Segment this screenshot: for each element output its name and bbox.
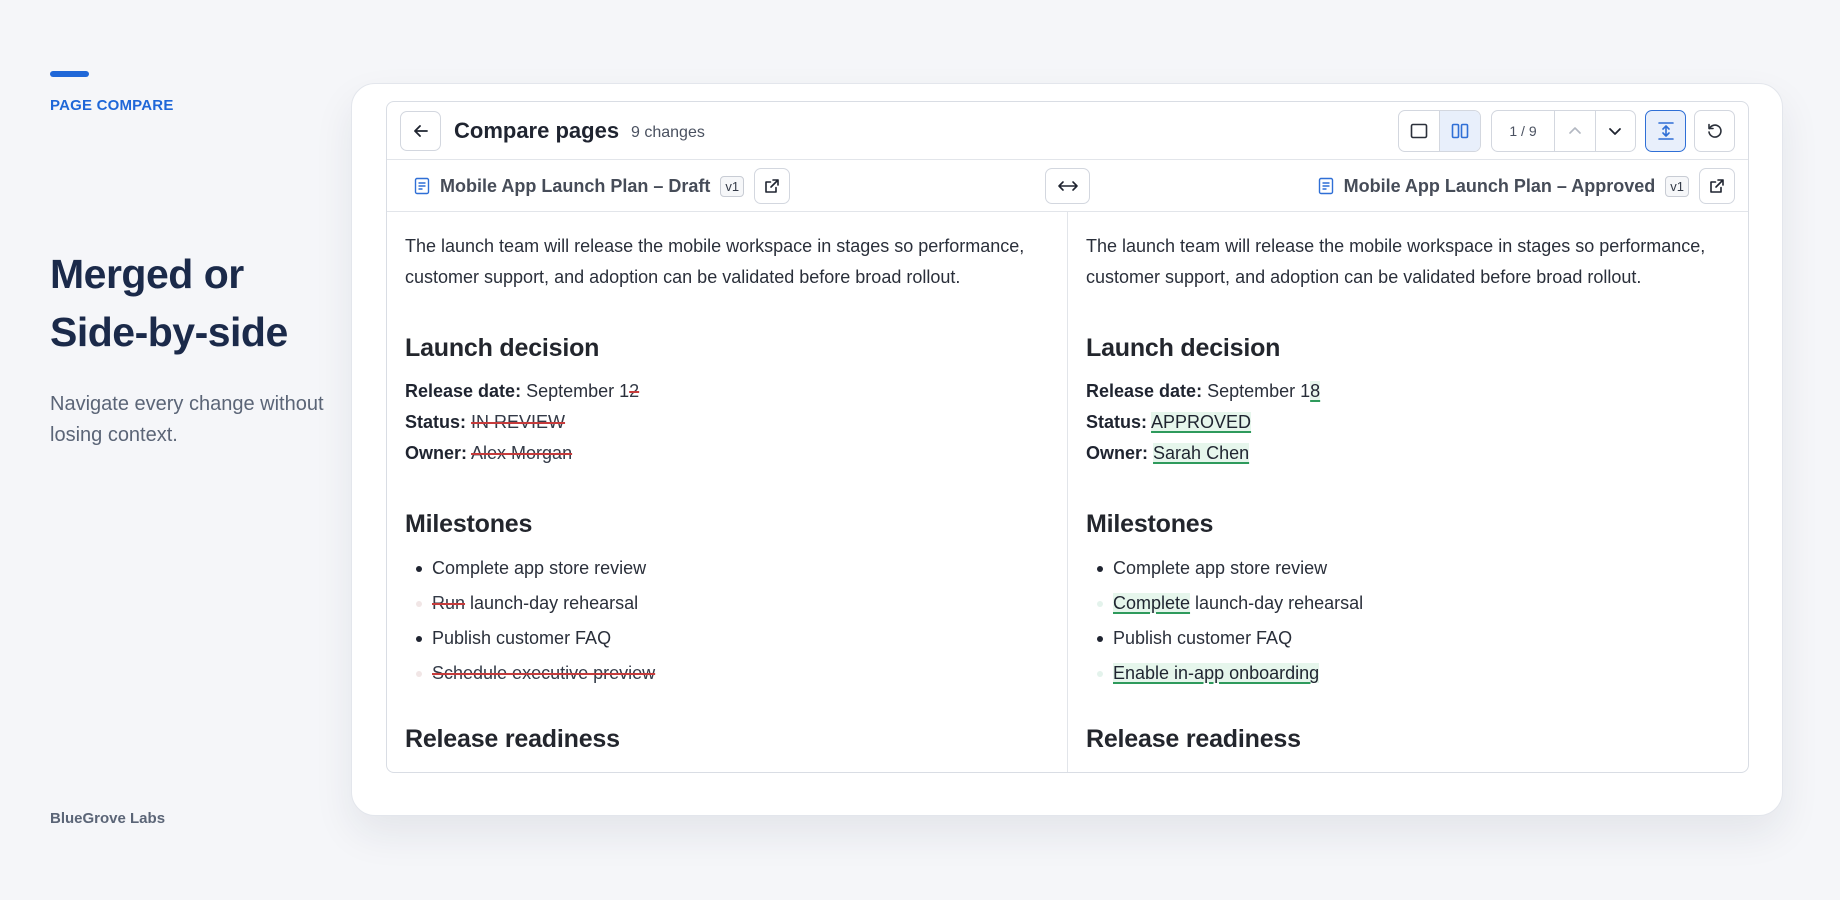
list-item: Complete launch-day rehearsal xyxy=(1096,586,1732,621)
milestone-list: Complete app store review Run launch-day… xyxy=(405,551,1049,691)
heading-release-readiness: Release readiness xyxy=(1086,725,1301,753)
fit-height-icon xyxy=(1657,122,1674,140)
status-label: Status: xyxy=(405,412,467,432)
release-date-label: Release date: xyxy=(405,381,522,401)
right-document-pane[interactable]: The launch team will release the mobile … xyxy=(1068,212,1748,772)
owner-row: Owner: Alex Morgan xyxy=(405,438,1049,469)
reset-icon xyxy=(1707,123,1722,138)
list-item: Run launch-day rehearsal xyxy=(415,586,1049,621)
heading-launch-decision: Launch decision xyxy=(405,334,600,362)
accent-bar xyxy=(50,71,89,77)
list-item: Publish customer FAQ xyxy=(415,621,1049,656)
fit-height-button[interactable] xyxy=(1645,110,1686,152)
list-item: Complete app store review xyxy=(1096,551,1732,586)
heading-release-readiness: Release readiness xyxy=(405,725,620,753)
document-icon xyxy=(414,177,430,195)
right-document-name: Mobile App Launch Plan – Approved xyxy=(1343,175,1656,196)
change-navigator: 1 / 9 xyxy=(1491,110,1636,152)
heading-milestones: Milestones xyxy=(405,510,533,538)
inserted-text[interactable]: Sarah Chen xyxy=(1153,443,1250,463)
inserted-text[interactable]: 8 xyxy=(1310,381,1321,401)
decision-fields: Release date: September 12 Status: IN RE… xyxy=(405,376,1049,469)
release-date-row: Release date: September 18 xyxy=(1086,376,1732,407)
intro-paragraph: The launch team will release the mobile … xyxy=(405,236,1025,287)
list-item-text: Complete app store review xyxy=(432,558,647,578)
deleted-text[interactable]: 2 xyxy=(629,381,639,401)
list-item: Schedule executive preview xyxy=(415,656,1049,691)
external-link-icon xyxy=(1710,179,1724,193)
left-document-name: Mobile App Launch Plan – Draft xyxy=(440,175,711,196)
list-item-text: launch-day rehearsal xyxy=(465,593,639,613)
arrow-left-icon xyxy=(413,125,428,137)
heading-milestones: Milestones xyxy=(1086,510,1214,538)
page-title: Compare pages xyxy=(454,118,620,143)
reset-button[interactable] xyxy=(1694,110,1735,152)
list-item-text: launch-day rehearsal xyxy=(1190,593,1364,613)
release-date-prefix: September 1 xyxy=(1207,381,1311,401)
external-link-icon xyxy=(765,179,779,193)
deleted-text[interactable]: Alex Morgan xyxy=(471,443,572,463)
left-document-header: Mobile App Launch Plan – Draft v1 xyxy=(414,160,791,212)
deleted-text[interactable]: Schedule executive preview xyxy=(432,663,655,683)
toolbar: Compare pages 9 changes 1 / 9 xyxy=(387,102,1748,160)
back-button[interactable] xyxy=(400,111,441,151)
compare-app: Compare pages 9 changes 1 / 9 Mobile App… xyxy=(386,101,1749,773)
inserted-text[interactable]: Enable in-app onboarding xyxy=(1113,663,1320,683)
list-item: Publish customer FAQ xyxy=(1096,621,1732,656)
status-row: Status: APPROVED xyxy=(1086,407,1732,438)
swap-documents-button[interactable] xyxy=(1045,168,1090,204)
status-row: Status: IN REVIEW xyxy=(405,407,1049,438)
heading-launch-decision: Launch decision xyxy=(1086,334,1281,362)
left-version-badge: v1 xyxy=(720,175,745,197)
milestone-list: Complete app store review Complete launc… xyxy=(1086,551,1732,691)
list-item-text: Publish customer FAQ xyxy=(432,628,612,648)
right-version-badge: v1 xyxy=(1665,175,1689,197)
previous-change-button[interactable] xyxy=(1555,111,1595,151)
eyebrow-label: PAGE COMPARE xyxy=(50,97,174,114)
single-pane-icon xyxy=(1410,123,1428,139)
chevron-up-icon xyxy=(1568,127,1581,134)
open-right-document-button[interactable] xyxy=(1699,168,1735,204)
release-date-label: Release date: xyxy=(1086,381,1203,401)
status-label: Status: xyxy=(1086,412,1148,432)
owner-label: Owner: xyxy=(405,443,468,463)
brand-name: BlueGrove Labs xyxy=(50,810,166,827)
document-icon xyxy=(1318,177,1333,195)
single-view-button[interactable] xyxy=(1399,111,1439,151)
list-item-text: Publish customer FAQ xyxy=(1113,628,1293,648)
chevron-down-icon xyxy=(1609,128,1622,135)
intro-paragraph: The launch team will release the mobile … xyxy=(1086,236,1706,287)
change-counter: 1 / 9 xyxy=(1492,111,1555,151)
release-date-row: Release date: September 12 xyxy=(405,376,1049,407)
split-view-button[interactable] xyxy=(1439,111,1480,151)
document-header-row: Mobile App Launch Plan – Draft v1 Mobile… xyxy=(387,160,1748,212)
left-document-pane[interactable]: The launch team will release the mobile … xyxy=(387,212,1068,772)
decision-fields: Release date: September 18 Status: APPRO… xyxy=(1086,376,1732,469)
deleted-text[interactable]: IN REVIEW xyxy=(471,412,565,432)
release-date-prefix: September 1 xyxy=(526,381,630,401)
split-pane-icon xyxy=(1451,123,1469,139)
view-mode-toggle xyxy=(1398,110,1481,152)
list-item: Enable in-app onboarding xyxy=(1096,656,1732,691)
list-item-text: Complete app store review xyxy=(1113,558,1328,578)
changes-count: 9 changes xyxy=(631,124,705,141)
right-document-header: Mobile App Launch Plan – Approved v1 xyxy=(1318,160,1735,212)
next-change-button[interactable] xyxy=(1594,111,1636,151)
list-item: Complete app store review xyxy=(415,551,1049,586)
subheadline: Navigate every change without losing con… xyxy=(50,393,324,446)
deleted-text[interactable]: Run xyxy=(432,593,465,613)
open-left-document-button[interactable] xyxy=(754,168,791,204)
owner-label: Owner: xyxy=(1086,443,1149,463)
headline: Merged or Side-by-side xyxy=(50,251,288,355)
inserted-text[interactable]: Complete xyxy=(1113,593,1191,613)
owner-row: Owner: Sarah Chen xyxy=(1086,438,1732,469)
swap-horizontal-icon xyxy=(1057,181,1078,191)
inserted-text[interactable]: APPROVED xyxy=(1151,412,1252,432)
